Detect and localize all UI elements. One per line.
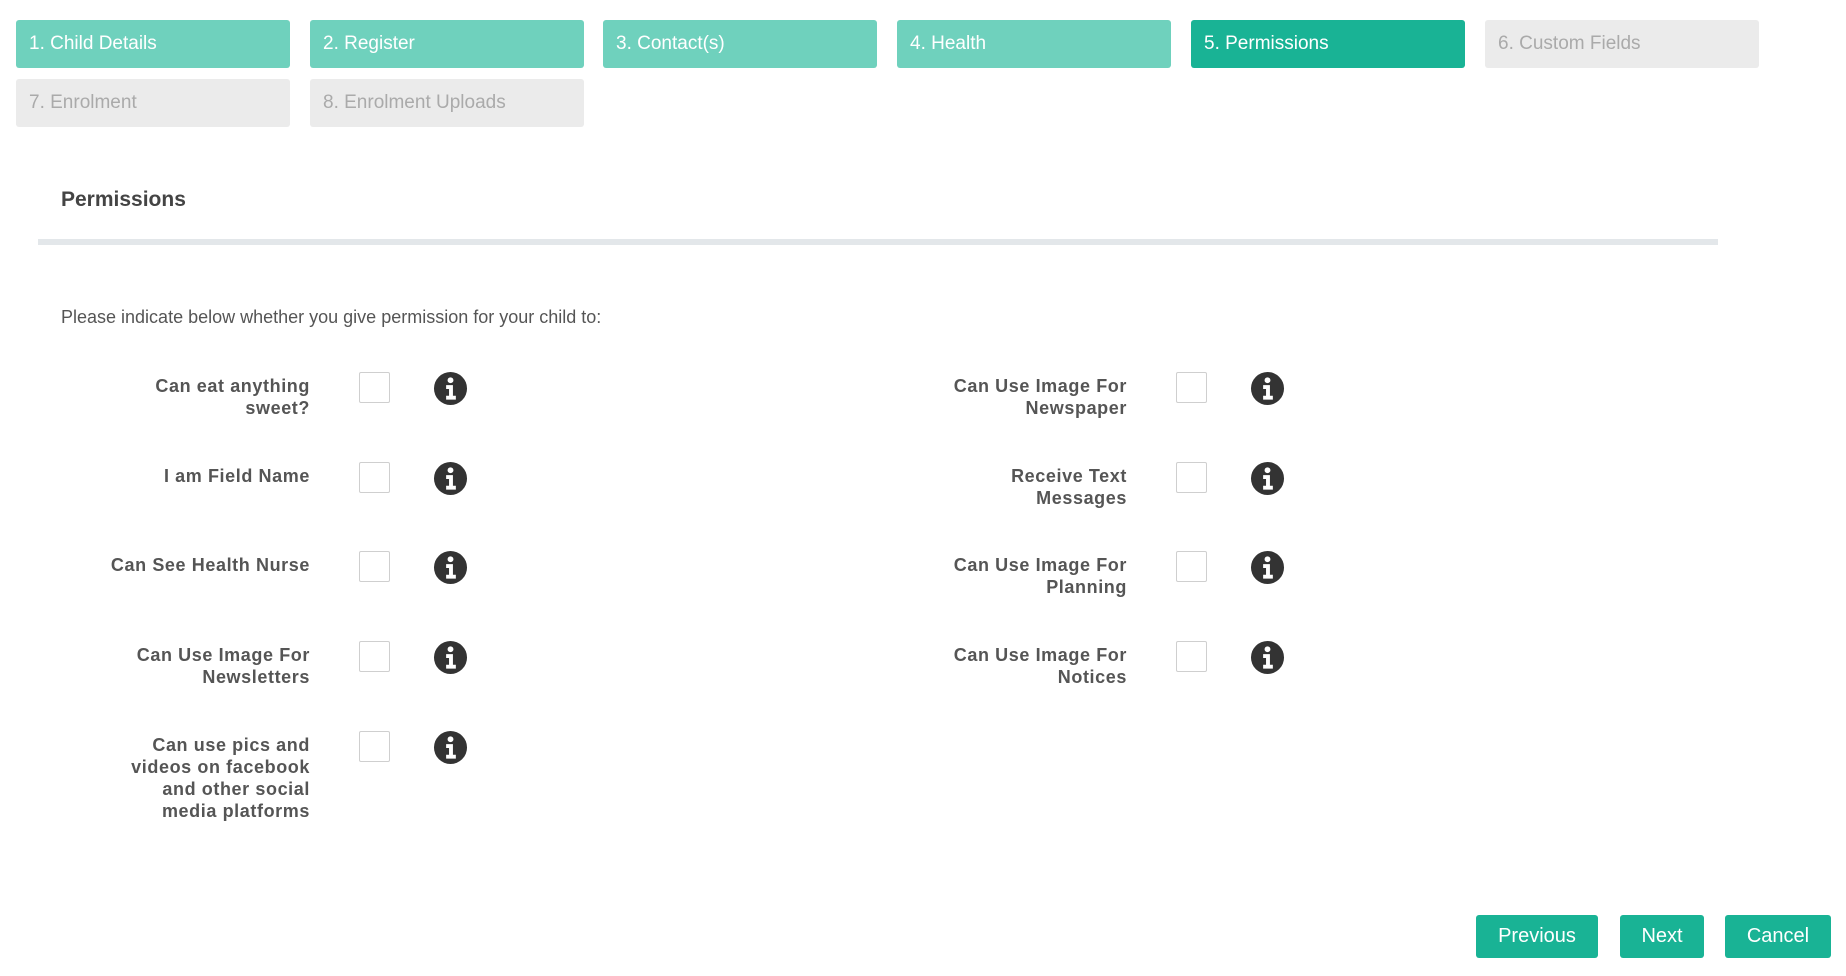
- step-custom-fields[interactable]: 6. Custom Fields: [1485, 20, 1759, 68]
- permission-row-social-media: Can use pics and videos on facebook and …: [0, 728, 600, 821]
- permission-row-health-nurse: Can See Health Nurse: [0, 548, 600, 588]
- permission-checkbox-image-notices[interactable]: [1176, 641, 1207, 672]
- step-enrolment-uploads[interactable]: 8. Enrolment Uploads: [310, 79, 584, 127]
- permission-row-field-name: I am Field Name: [0, 459, 600, 499]
- info-icon[interactable]: [433, 640, 468, 675]
- step-health[interactable]: 4. Health: [897, 20, 1171, 68]
- permission-label: Can Use Image For Notices: [953, 645, 1127, 687]
- permissions-intro-text: Please indicate below whether you give p…: [61, 307, 602, 327]
- permission-label: Can eat anything sweet?: [155, 376, 310, 418]
- info-icon[interactable]: [1250, 640, 1285, 675]
- info-icon[interactable]: [1250, 550, 1285, 585]
- info-icon[interactable]: [433, 371, 468, 406]
- permission-checkbox-health-nurse[interactable]: [359, 551, 390, 582]
- permission-label: Can Use Image For Newsletters: [136, 645, 310, 687]
- step-enrolment[interactable]: 7. Enrolment: [16, 79, 290, 127]
- permission-checkbox-text-messages[interactable]: [1176, 462, 1207, 493]
- permission-checkbox-image-planning[interactable]: [1176, 551, 1207, 582]
- info-icon[interactable]: [433, 550, 468, 585]
- step-contacts[interactable]: 3. Contact(s): [603, 20, 877, 68]
- permission-label: I am Field Name: [163, 466, 310, 486]
- permission-row-text-messages: Receive Text Messages: [800, 459, 1400, 508]
- section-divider: [38, 239, 1718, 245]
- permission-label: Can Use Image For Planning: [953, 555, 1127, 597]
- info-icon[interactable]: [433, 730, 468, 765]
- permission-checkbox-eat-sweet[interactable]: [359, 372, 390, 403]
- permission-row-image-planning: Can Use Image For Planning: [800, 548, 1400, 597]
- permission-label: Can Use Image For Newspaper: [953, 376, 1127, 418]
- previous-button[interactable]: Previous: [1476, 915, 1598, 958]
- step-child-details[interactable]: 1. Child Details: [16, 20, 290, 68]
- permission-label: Receive Text Messages: [1011, 466, 1127, 508]
- permission-checkbox-social-media[interactable]: [359, 731, 390, 762]
- permission-row-eat-sweet: Can eat anything sweet?: [0, 369, 600, 418]
- info-icon[interactable]: [433, 461, 468, 496]
- next-button[interactable]: Next: [1620, 915, 1704, 958]
- permission-row-image-newspaper: Can Use Image For Newspaper: [800, 369, 1400, 418]
- wizard-steps: 1. Child Details 2. Register 3. Contact(…: [0, 0, 1846, 140]
- step-register[interactable]: 2. Register: [310, 20, 584, 68]
- info-icon[interactable]: [1250, 461, 1285, 496]
- permission-checkbox-field-name[interactable]: [359, 462, 390, 493]
- section-title: Permissions: [61, 188, 186, 211]
- permission-row-image-notices: Can Use Image For Notices: [800, 638, 1400, 687]
- permission-checkbox-image-newspaper[interactable]: [1176, 372, 1207, 403]
- permission-label: Can See Health Nurse: [110, 555, 310, 575]
- permission-row-image-newsletters: Can Use Image For Newsletters: [0, 638, 600, 687]
- info-icon[interactable]: [1250, 371, 1285, 406]
- permission-label: Can use pics and videos on facebook and …: [131, 735, 310, 821]
- step-permissions[interactable]: 5. Permissions: [1191, 20, 1465, 68]
- cancel-button[interactable]: Cancel: [1725, 915, 1831, 958]
- permission-checkbox-image-newsletters[interactable]: [359, 641, 390, 672]
